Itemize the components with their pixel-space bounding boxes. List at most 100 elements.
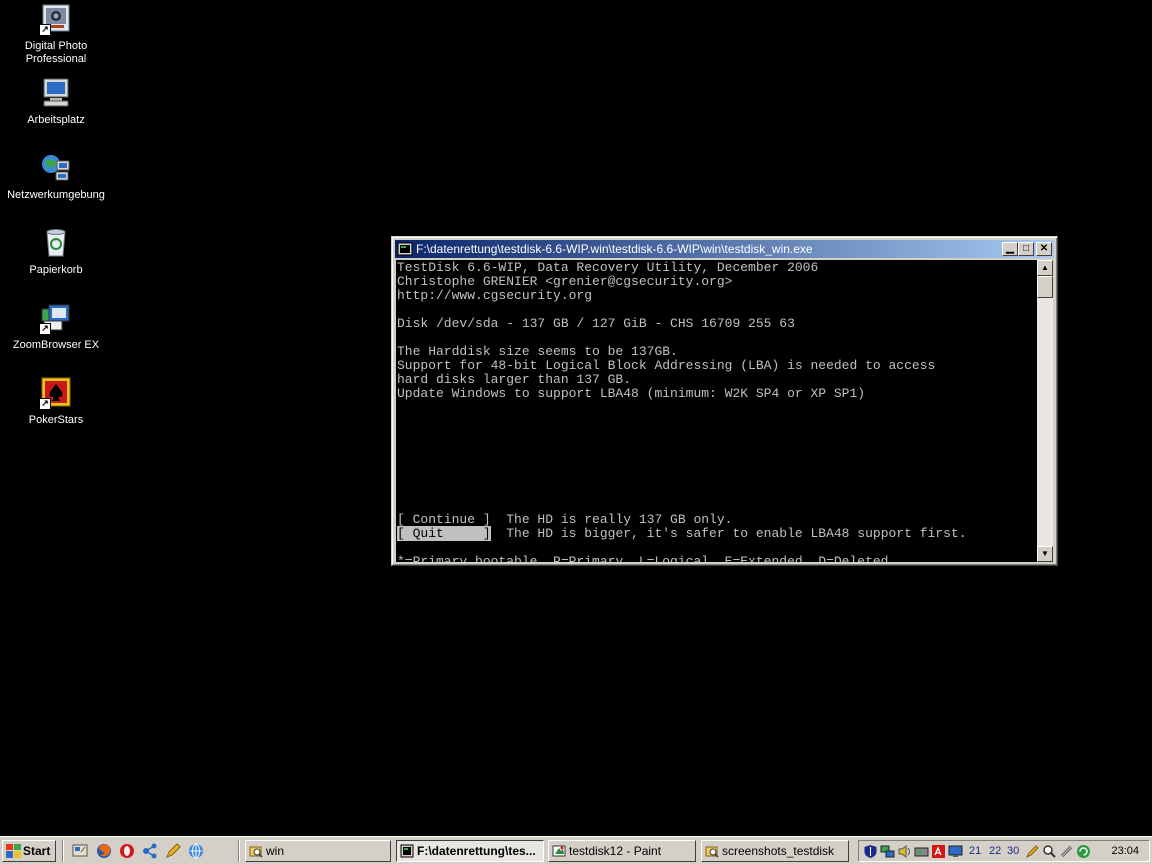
paint-icon xyxy=(552,845,566,857)
console-line: TestDisk 6.6-WIP, Data Recovery Utility,… xyxy=(397,260,819,275)
globe-browser-icon[interactable] xyxy=(188,843,204,859)
task-label: testdisk12 - Paint xyxy=(569,844,662,858)
console-blank xyxy=(396,442,1037,456)
partition-legend: *=Primary bootable P=Primary L=Logical E… xyxy=(397,554,889,562)
warning-line: The Harddisk size seems to be 137GB. xyxy=(397,344,678,359)
desktop-icon-label: Papierkorb xyxy=(29,264,83,276)
folder-search-icon xyxy=(249,846,263,858)
arrow-up-icon: ▲ xyxy=(1041,263,1049,272)
scroll-up-button[interactable]: ▲ xyxy=(1037,260,1053,276)
desktop-icon-digital-photo-professional[interactable]: ↗ Digital Photo Professional xyxy=(0,2,112,66)
date-number[interactable]: 21 xyxy=(969,844,984,859)
option-continue-row[interactable]: [ Continue ] The HD is really 137 GB onl… xyxy=(396,512,1037,526)
clock[interactable]: 23:04 xyxy=(1111,841,1139,861)
console-blank xyxy=(396,400,1037,414)
firefox-icon[interactable] xyxy=(96,843,112,859)
desktop-icon-label: PokerStars xyxy=(28,414,84,426)
network-icon xyxy=(40,151,72,183)
recycle-bin-icon xyxy=(40,226,72,258)
desktop-icon-pokerstars[interactable]: ↗ PokerStars xyxy=(0,376,112,427)
share-network-icon[interactable] xyxy=(142,843,158,859)
scroll-down-button[interactable]: ▼ xyxy=(1037,546,1053,562)
windows-flag-icon xyxy=(6,844,21,858)
window-title: F:\datenrettung\testdisk-6.6-WIP.win\tes… xyxy=(416,242,813,256)
speaker-volume-icon[interactable] xyxy=(897,844,912,859)
window-titlebar[interactable]: F:\datenrettung\testdisk-6.6-WIP.win\tes… xyxy=(395,240,1054,258)
testdisk-console-window[interactable]: F:\datenrettung\testdisk-6.6-WIP.win\tes… xyxy=(391,236,1058,566)
desktop-icon-label: ZoomBrowser EX xyxy=(12,339,100,351)
task-label: screenshots_testdisk xyxy=(722,844,835,858)
desktop-icon-label: Netzwerkumgebung xyxy=(7,189,105,201)
magnifier-icon[interactable] xyxy=(1042,844,1057,859)
desktop-icon-label: Arbeitsplatz xyxy=(27,114,85,126)
desktop-icon-label: Professional xyxy=(25,53,87,65)
vertical-scrollbar[interactable]: ▲ ▼ xyxy=(1037,260,1053,562)
console-blank xyxy=(396,302,1037,316)
desktop-icon-zoombrowser-ex[interactable]: ↗ ZoomBrowser EX xyxy=(0,301,112,352)
option-continue-desc: The HD is really 137 GB only. xyxy=(490,512,733,527)
camera-photo-icon: ↗ xyxy=(39,2,72,36)
console-blank xyxy=(396,456,1037,470)
pencil-tool-icon[interactable] xyxy=(165,843,181,859)
option-quit-selected[interactable]: [ Quit ] xyxy=(397,526,491,541)
console-blank xyxy=(396,498,1037,512)
usb-device-icon[interactable] xyxy=(1059,844,1074,859)
console-blank xyxy=(396,330,1037,344)
task-win[interactable]: win xyxy=(245,840,391,862)
console-line: http://www.cgsecurity.org xyxy=(397,288,593,303)
console-blank xyxy=(396,470,1037,484)
console-app-icon xyxy=(397,242,413,256)
console-blank xyxy=(396,414,1037,428)
hardware-device-icon[interactable] xyxy=(914,844,929,859)
monitor-display-icon[interactable] xyxy=(948,844,963,859)
arrow-down-icon: ▼ xyxy=(1041,549,1049,558)
pokerstars-icon: ↗ xyxy=(39,376,72,410)
task-paint[interactable]: testdisk12 - Paint xyxy=(548,840,696,862)
taskbar-separator xyxy=(238,840,240,862)
scroll-thumb[interactable] xyxy=(1037,276,1053,298)
maximize-button[interactable]: □ xyxy=(1018,242,1034,256)
task-screenshots-testdisk[interactable]: screenshots_testdisk xyxy=(701,840,849,862)
show-desktop-icon[interactable] xyxy=(72,843,88,859)
console-line: Christophe GRENIER <grenier@cgsecurity.o… xyxy=(397,274,733,289)
acrobat-icon[interactable] xyxy=(931,844,946,859)
console-app-icon xyxy=(400,844,414,858)
desktop-icon-label: Digital Photo xyxy=(24,40,88,52)
start-label: Start xyxy=(23,844,51,858)
close-icon: ✕ xyxy=(1039,243,1049,254)
warning-line: Update Windows to support LBA48 (minimum… xyxy=(397,386,866,401)
maximize-icon: □ xyxy=(1022,243,1030,254)
option-quit-row[interactable]: [ Quit ] The HD is bigger, it's safer to… xyxy=(396,526,1037,541)
console-blank xyxy=(396,540,1037,554)
pencil-tray-icon[interactable] xyxy=(1025,844,1040,859)
console-blank xyxy=(396,484,1037,498)
task-label: F:\datenrettung\tes... xyxy=(417,844,536,858)
taskbar: Start win F:\datenrettung\tes... testdis… xyxy=(0,836,1152,864)
desktop-icon-netzwerkumgebung[interactable]: Netzwerkumgebung xyxy=(0,151,112,202)
close-button[interactable]: ✕ xyxy=(1036,242,1052,256)
folder-search-icon xyxy=(705,846,719,858)
minimize-button[interactable]: ▁ xyxy=(1002,242,1018,256)
warning-line: hard disks larger than 137 GB. xyxy=(397,372,632,387)
console-output[interactable]: TestDisk 6.6-WIP, Data Recovery Utility,… xyxy=(396,260,1037,562)
computer-icon xyxy=(40,76,72,108)
shield-icon[interactable] xyxy=(863,844,878,859)
option-quit-desc: The HD is bigger, it's safer to enable L… xyxy=(490,526,967,541)
refresh-update-icon[interactable] xyxy=(1076,844,1091,859)
console-blank xyxy=(396,428,1037,442)
zoombrowser-icon: ↗ xyxy=(39,301,72,335)
task-label: win xyxy=(266,844,285,858)
start-button[interactable]: Start xyxy=(2,840,56,862)
date-number[interactable]: 22 xyxy=(989,844,1004,859)
minimize-icon: ▁ xyxy=(1006,243,1014,254)
system-tray: 21 22 30 23:04 xyxy=(858,840,1150,862)
option-continue[interactable]: [ Continue ] xyxy=(397,512,491,527)
warning-line: Support for 48-bit Logical Block Address… xyxy=(397,358,936,373)
opera-icon[interactable] xyxy=(119,843,135,859)
task-testdisk-console[interactable]: F:\datenrettung\tes... xyxy=(396,840,544,862)
network-connection-icon[interactable] xyxy=(880,844,895,859)
taskbar-separator xyxy=(62,840,64,862)
date-number[interactable]: 30 xyxy=(1007,844,1022,859)
desktop-icon-arbeitsplatz[interactable]: Arbeitsplatz xyxy=(0,76,112,127)
desktop-icon-papierkorb[interactable]: Papierkorb xyxy=(0,226,112,277)
